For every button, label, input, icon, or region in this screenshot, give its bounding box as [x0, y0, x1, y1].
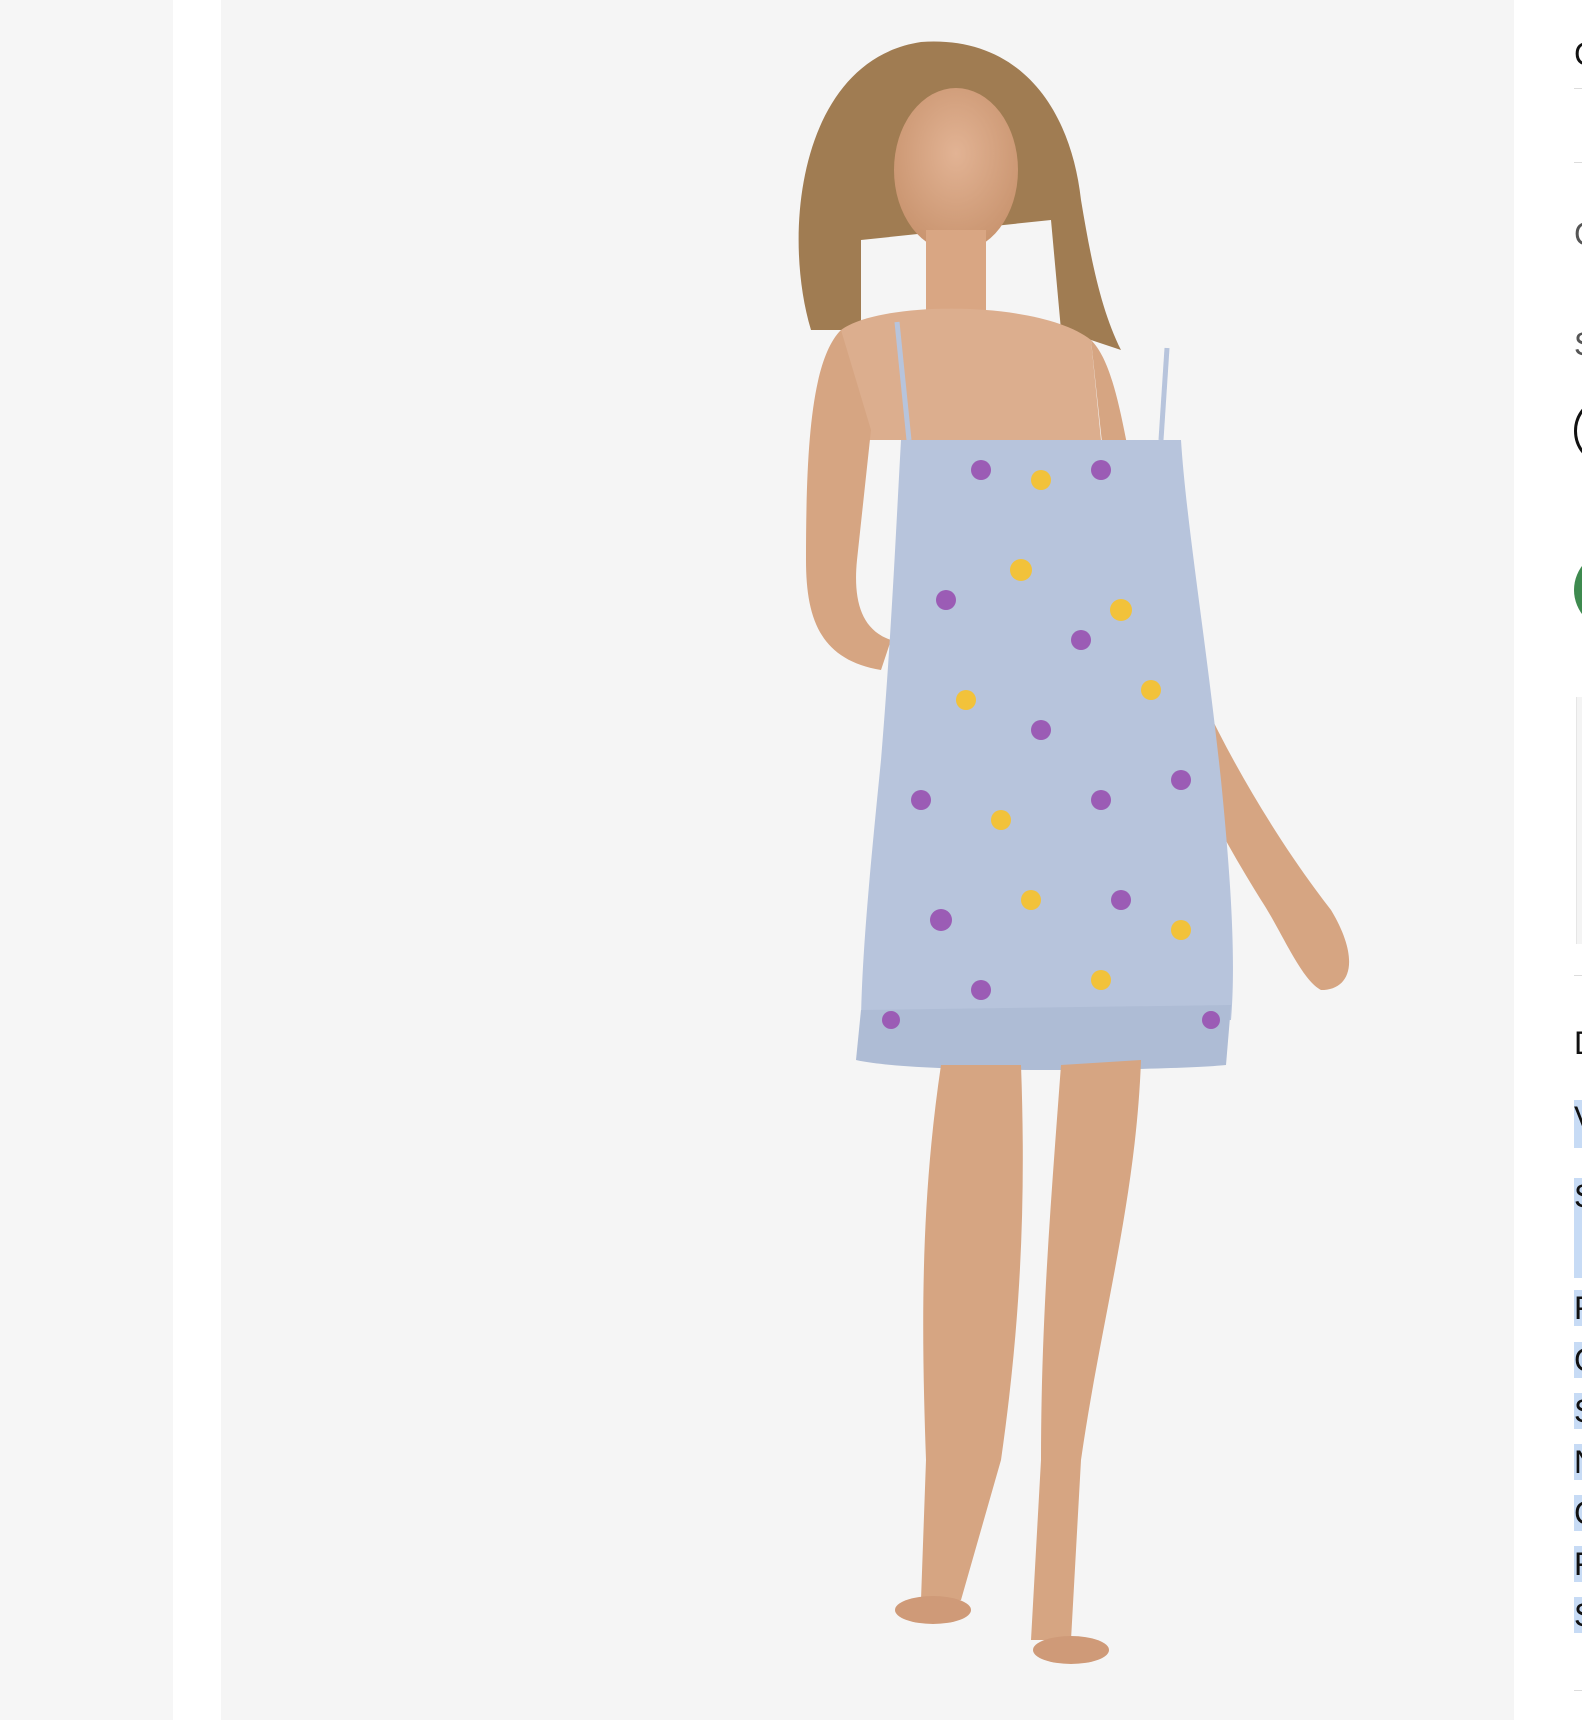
divider: [1574, 162, 1582, 163]
gallery-thumbnail-strip: [173, 0, 221, 1720]
product-title-fragment: C: [1574, 36, 1582, 72]
product-main-image[interactable]: [221, 0, 1514, 1720]
description-heading: D: [1574, 1025, 1582, 1061]
feature-item: C: [1574, 1342, 1582, 1378]
divider: [1574, 975, 1582, 976]
feature-item: N: [1574, 1444, 1582, 1480]
feature-item: S: [1574, 1597, 1582, 1633]
feature-item: F: [1574, 1546, 1582, 1582]
description-line: S: [1574, 1178, 1582, 1278]
divider: [1574, 1690, 1582, 1691]
feature-item: S: [1574, 1393, 1582, 1429]
colour-label: C: [1574, 216, 1582, 252]
left-gutter: [0, 0, 173, 1720]
description-line: V: [1574, 1100, 1582, 1148]
feature-item: C: [1574, 1495, 1582, 1531]
size-option-selected[interactable]: [1574, 396, 1582, 466]
promo-panel: [1576, 697, 1582, 944]
size-label: S: [1574, 326, 1582, 362]
product-info-panel: C C S D V S F C S N C F S: [1574, 0, 1582, 1720]
product-photo: [221, 0, 1514, 1720]
image-info-gap: [1514, 0, 1574, 1720]
feature-item: F: [1574, 1290, 1582, 1326]
divider: [1574, 88, 1582, 89]
add-to-cart-button[interactable]: [1574, 550, 1582, 630]
